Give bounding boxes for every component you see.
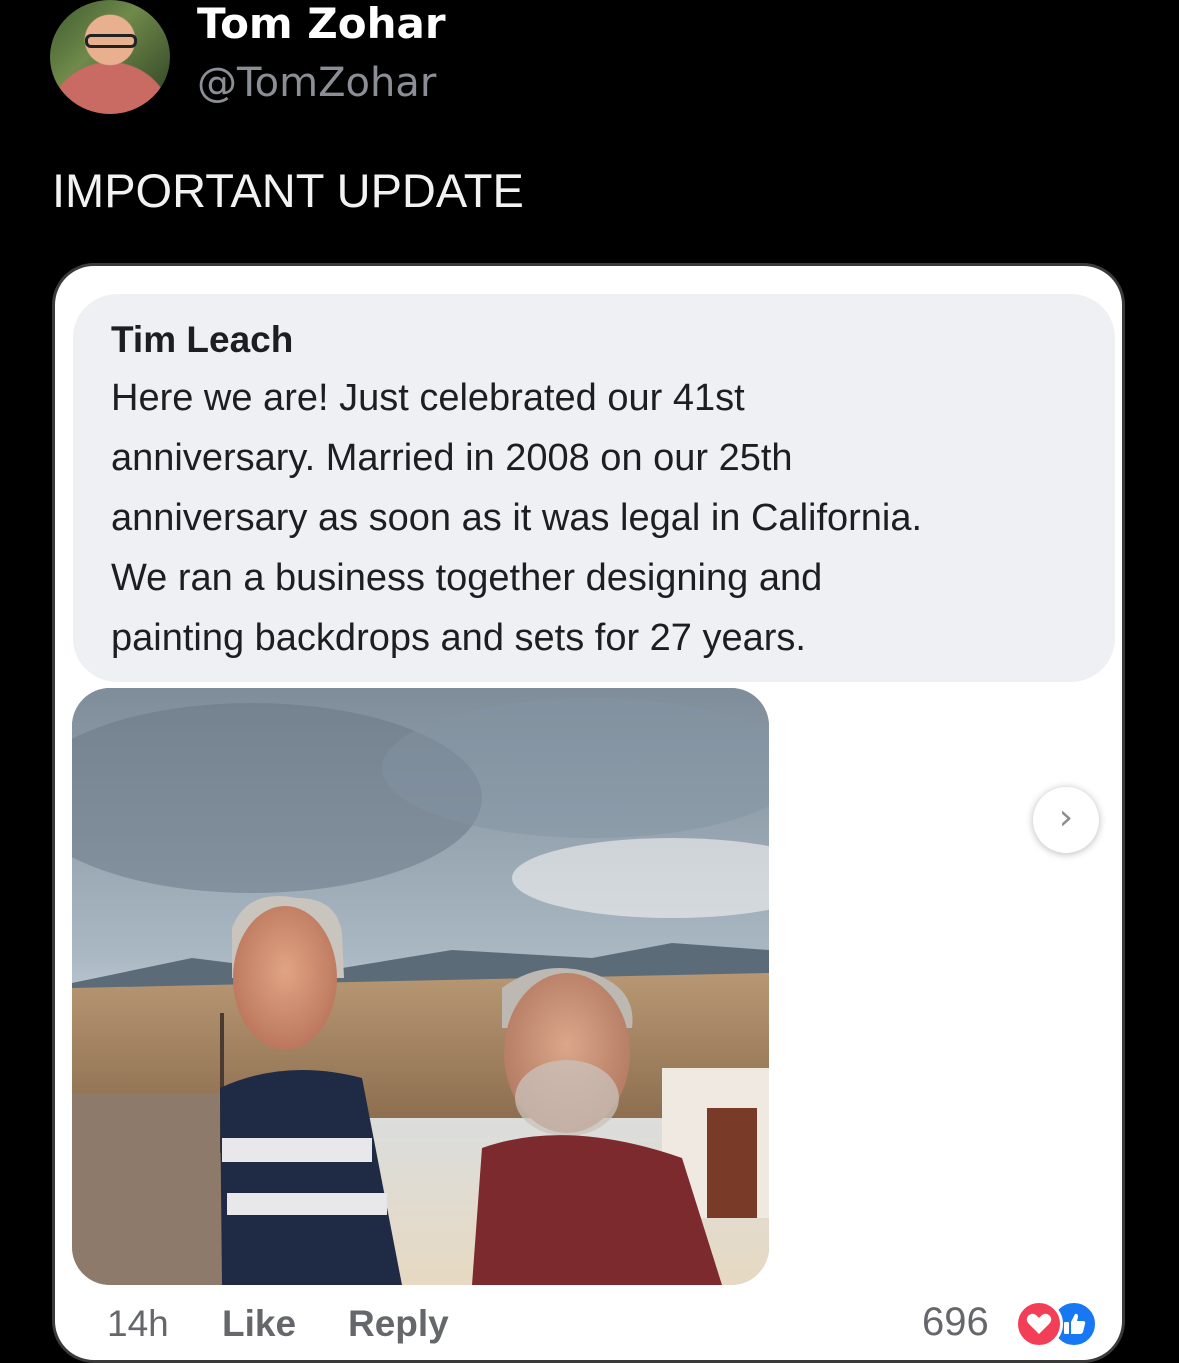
comment-line: We ran a business together designing and — [111, 557, 823, 599]
comment-photo[interactable] — [72, 688, 769, 1285]
reaction-count[interactable]: 696 — [922, 1300, 989, 1344]
comment-line: painting backdrops and sets for 27 years… — [111, 617, 806, 659]
comment-time[interactable]: 14h — [107, 1302, 169, 1346]
comment-line: anniversary as soon as it was legal in C… — [111, 497, 923, 539]
author-name[interactable]: Tom Zohar — [197, 0, 446, 48]
heart-icon — [1026, 1313, 1052, 1334]
glasses-icon — [85, 34, 137, 48]
comment-line: Here we are! Just celebrated our 41st — [111, 377, 745, 419]
like-button[interactable]: Like — [222, 1302, 296, 1346]
love-reaction-icon — [1015, 1300, 1063, 1348]
comment-text: Here we are! Just celebrated our 41st an… — [111, 368, 1101, 668]
embedded-comment-card: Tim Leach Here we are! Just celebrated o… — [52, 263, 1125, 1363]
author-avatar[interactable] — [50, 0, 170, 114]
reply-button[interactable]: Reply — [348, 1302, 449, 1346]
photo-illustration — [72, 688, 769, 1285]
comment-bubble: Tim Leach Here we are! Just celebrated o… — [73, 294, 1115, 682]
tweet-text: IMPORTANT UPDATE — [52, 164, 524, 217]
next-photo-button[interactable]: › — [1033, 787, 1099, 853]
commenter-name[interactable]: Tim Leach — [111, 318, 293, 362]
comment-line: anniversary. Married in 2008 on our 25th — [111, 437, 793, 479]
chevron-right-icon: › — [1058, 797, 1074, 838]
author-handle[interactable]: @TomZohar — [197, 60, 436, 106]
